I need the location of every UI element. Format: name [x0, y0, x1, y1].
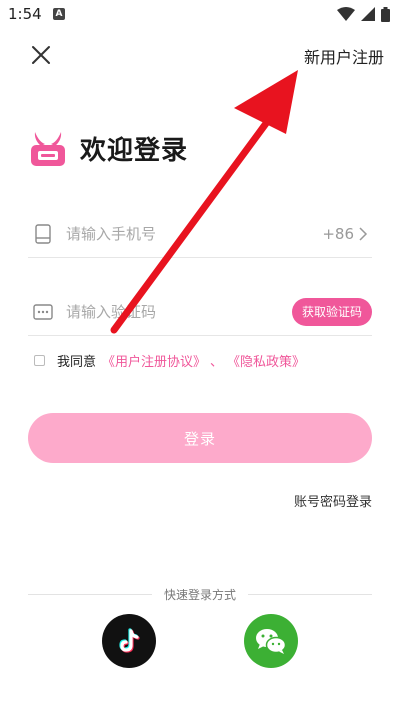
status-bar: 1:54 A: [0, 0, 400, 28]
country-code-label: +86: [322, 224, 354, 243]
chevron-right-icon: [359, 226, 368, 241]
privacy-policy-link[interactable]: 《隐私政策》: [227, 351, 305, 370]
phone-field-row: +86: [28, 210, 372, 258]
password-login-link[interactable]: 账号密码登录: [294, 491, 372, 510]
agreement-checkbox[interactable]: [34, 355, 45, 366]
quick-login-divider: 快速登录方式: [28, 586, 373, 602]
wechat-login-button[interactable]: [244, 614, 298, 668]
page-title: 欢迎登录: [80, 135, 189, 166]
battery-icon: [381, 6, 390, 22]
agreement-row: 我同意 《用户注册协议》 、 《隐私政策》: [34, 351, 305, 370]
register-link[interactable]: 新用户注册: [304, 44, 384, 68]
divider-line: [28, 593, 152, 595]
wifi-icon: [337, 7, 355, 21]
divider-line: [248, 593, 373, 595]
tiktok-login-button[interactable]: [102, 614, 156, 668]
quick-login-label: 快速登录方式: [164, 587, 237, 602]
code-input[interactable]: [66, 302, 292, 321]
country-code-selector[interactable]: +86: [322, 225, 368, 243]
signal-icon: [361, 7, 375, 21]
close-icon: [32, 46, 50, 64]
phone-input[interactable]: [66, 224, 323, 243]
notification-icon: A: [53, 8, 65, 20]
wechat-icon: [256, 629, 287, 654]
agreement-prefix: 我同意: [57, 355, 97, 370]
login-button[interactable]: 登录: [28, 413, 372, 463]
user-agreement-link[interactable]: 《用户注册协议》: [102, 351, 206, 370]
status-time: 1:54: [8, 5, 42, 23]
app-logo-icon: [31, 132, 65, 166]
tiktok-icon: [119, 628, 140, 653]
close-button[interactable]: [28, 42, 54, 68]
message-code-icon: [33, 303, 53, 320]
brand-header: 欢迎登录: [28, 128, 188, 168]
phone-icon: [35, 223, 51, 244]
status-icons: [337, 6, 390, 22]
get-code-button[interactable]: 获取验证码: [291, 297, 372, 326]
code-field-row: 获取验证码: [28, 288, 372, 336]
agreement-separator: 、: [210, 355, 224, 370]
